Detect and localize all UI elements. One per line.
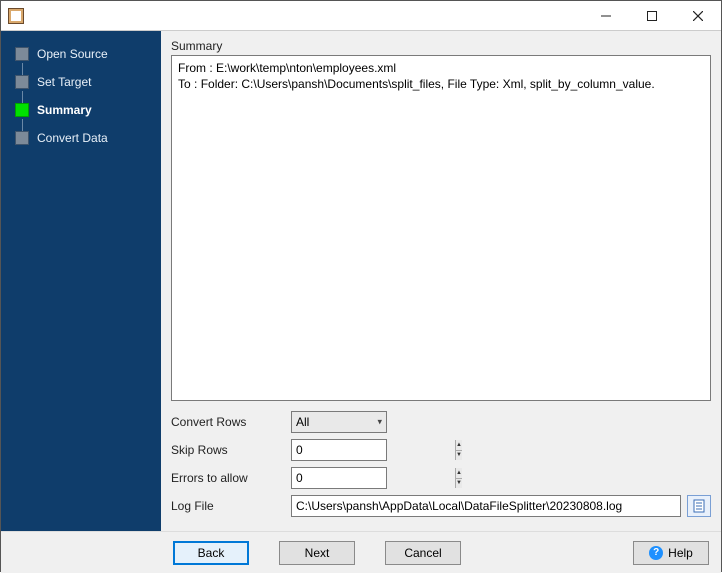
cancel-button-label: Cancel: [404, 546, 441, 560]
errors-stepper[interactable]: ▲ ▼: [291, 467, 387, 489]
minimize-button[interactable]: [583, 1, 629, 31]
errors-input[interactable]: [292, 468, 455, 488]
help-button-label: Help: [668, 546, 693, 560]
summary-to-value: Folder: C:\Users\pansh\Documents\split_f…: [201, 77, 655, 91]
help-icon: ?: [649, 546, 663, 560]
next-button-label: Next: [305, 546, 330, 560]
step-label: Open Source: [37, 47, 108, 61]
step-label: Set Target: [37, 75, 91, 89]
skip-rows-input[interactable]: [292, 440, 455, 460]
logfile-label: Log File: [171, 499, 291, 513]
spin-up-icon[interactable]: ▲: [456, 440, 462, 450]
app-icon: [8, 8, 24, 24]
step-label: Convert Data: [37, 131, 108, 145]
convert-rows-value: All: [296, 415, 309, 429]
document-icon: [692, 499, 706, 513]
help-button[interactable]: ? Help: [633, 541, 709, 565]
convert-rows-label: Convert Rows: [171, 415, 291, 429]
step-open-source[interactable]: Open Source: [9, 47, 153, 61]
step-box-icon: [15, 47, 29, 61]
summary-to-label: To :: [178, 77, 201, 91]
logfile-input[interactable]: [291, 495, 681, 517]
step-set-target[interactable]: Set Target: [9, 75, 153, 89]
summary-from-label: From :: [178, 61, 216, 75]
row-convert-rows: Convert Rows All ▾: [171, 411, 711, 433]
spin-down-icon[interactable]: ▼: [456, 478, 462, 489]
row-skip-rows: Skip Rows ▲ ▼: [171, 439, 711, 461]
summary-from-value: E:\work\temp\nton\employees.xml: [216, 61, 396, 75]
options-form: Convert Rows All ▾ Skip Rows ▲ ▼ Errors …: [171, 411, 711, 523]
titlebar: [1, 1, 721, 31]
maximize-button[interactable]: [629, 1, 675, 31]
row-errors-allow: Errors to allow ▲ ▼: [171, 467, 711, 489]
step-box-icon: [15, 131, 29, 145]
cancel-button[interactable]: Cancel: [385, 541, 461, 565]
summary-textarea[interactable]: From : E:\work\temp\nton\employees.xml T…: [171, 55, 711, 401]
skip-rows-stepper[interactable]: ▲ ▼: [291, 439, 387, 461]
summary-heading: Summary: [171, 39, 711, 53]
step-convert-data[interactable]: Convert Data: [9, 131, 153, 145]
step-box-icon: [15, 75, 29, 89]
chevron-down-icon: ▾: [377, 417, 382, 428]
skip-rows-label: Skip Rows: [171, 443, 291, 457]
step-label: Summary: [37, 103, 92, 117]
wizard-button-bar: Back Next Cancel ? Help: [1, 531, 721, 573]
back-button-label: Back: [198, 546, 225, 560]
step-summary[interactable]: Summary: [9, 103, 153, 117]
row-log-file: Log File: [171, 495, 711, 517]
next-button[interactable]: Next: [279, 541, 355, 565]
wizard-sidebar: Open Source Set Target Summary Convert D…: [1, 31, 161, 531]
convert-rows-select[interactable]: All ▾: [291, 411, 387, 433]
logfile-browse-button[interactable]: [687, 495, 711, 517]
spin-up-icon[interactable]: ▲: [456, 468, 462, 478]
main-panel: Summary From : E:\work\temp\nton\employe…: [161, 31, 721, 531]
back-button[interactable]: Back: [173, 541, 249, 565]
spin-down-icon[interactable]: ▼: [456, 450, 462, 461]
step-box-icon: [15, 103, 29, 117]
errors-label: Errors to allow: [171, 471, 291, 485]
close-button[interactable]: [675, 1, 721, 31]
